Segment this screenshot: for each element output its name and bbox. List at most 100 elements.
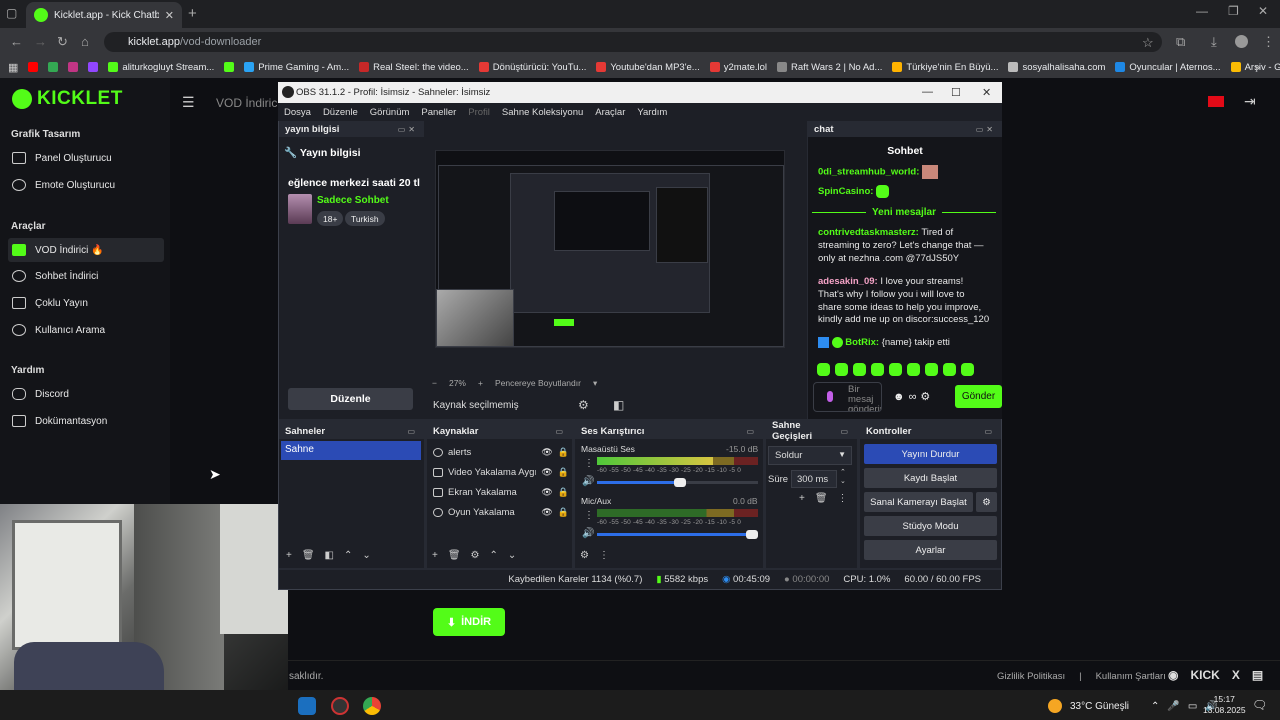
source-item-video-capture[interactable]: Video Yakalama Aygıtı 👁 🔒 [433,463,569,481]
move-down-icon[interactable]: ⌄ [362,550,370,561]
taskbar-clock[interactable]: 15:17 13.08.2025 [1203,694,1246,716]
lock-icon[interactable]: 🔒 [558,487,569,498]
download-vod-button[interactable]: ⬇ İNDİR [433,608,505,636]
apps-grid-icon[interactable]: ▦ [8,61,18,74]
speaker-icon[interactable]: 🔊 [582,476,594,487]
remove-transition-icon[interactable]: 🗑 [815,493,828,504]
menu-file[interactable]: Dosya [284,107,311,118]
browser-tab-kicklet[interactable]: Kicklet.app - Kick Chatbot and ✕ [26,2,182,28]
speaker-icon[interactable]: 🔊 [582,528,594,539]
source-filters-icon[interactable]: ◧ [613,398,624,412]
source-item-display-capture[interactable]: Ekran Yakalama 👁 🔒 [433,483,569,501]
dock-controls-icon[interactable]: ▭ [984,427,995,436]
bookmark-item[interactable] [28,62,39,72]
duration-input[interactable]: 300 ms [791,470,837,488]
source-properties-gear-icon[interactable]: ⚙ [578,398,589,412]
bookmark-item[interactable]: Türkiye'nin En Büyü... [892,62,998,73]
bookmark-item[interactable]: Raft Wars 2 | No Ad... [777,62,882,73]
remove-source-icon[interactable]: 🗑 [448,550,461,561]
lock-icon[interactable]: 🔒 [558,447,569,458]
new-tab-icon[interactable]: + [188,5,197,22]
tray-network-icon[interactable]: ▭ [1188,701,1197,712]
more-bookmarks-icon[interactable]: » [1255,62,1260,73]
volume-slider[interactable] [597,530,758,539]
menu-toggle-icon[interactable]: ☰ [182,94,195,111]
minimize-window-icon[interactable]: — [1196,4,1208,18]
edit-stream-info-button[interactable]: Düzenle [288,388,413,410]
sidebar-item-discord[interactable]: Discord [8,382,164,406]
bookmark-item[interactable] [68,62,79,72]
discord-footer-icon[interactable]: ◉ [1168,668,1178,682]
bookmark-item[interactable]: Prime Gaming - Am... [244,62,349,73]
menu-edit[interactable]: Düzenle [323,107,358,118]
extensions-icon[interactable]: ⧉ [1176,34,1185,50]
emote-icon[interactable] [853,363,866,376]
zoom-dropdown-icon[interactable]: ▾ [593,378,597,389]
taskbar-chrome-icon[interactable] [363,697,381,715]
bookmark-item[interactable]: y2mate.lol [709,62,767,73]
bookmark-item[interactable] [48,62,59,72]
tray-mic-icon[interactable]: 🎤 [1167,701,1179,712]
kicklet-logo[interactable]: KICKLET [12,88,123,110]
chat-tools-icons[interactable]: ☻∞⚙ [893,390,934,403]
volume-slider-handle[interactable] [746,530,758,539]
bookmark-item[interactable]: aliturkogluyt Stream... [108,62,214,73]
taskbar-obs-icon[interactable] [331,697,349,715]
visibility-eye-icon[interactable]: 👁 [541,447,552,458]
send-message-button[interactable]: Gönder [955,385,1002,408]
bookmark-item[interactable] [88,62,99,72]
obs-close-icon[interactable]: ✕ [982,86,991,99]
move-up-icon[interactable]: ⌃ [490,550,498,561]
transition-menu-icon[interactable]: ⋮ [838,493,848,504]
scene-filters-icon[interactable]: ◧ [325,550,334,561]
sidebar-item-user-search[interactable]: Kullanıcı Arama [8,318,164,342]
preview-canvas[interactable] [435,150,785,348]
emote-icon[interactable] [889,363,902,376]
dock-controls-icon[interactable]: ▭ [746,427,757,436]
bookmark-item[interactable]: Real Steel: the video... [359,62,469,73]
sidebar-item-docs[interactable]: Dokümantasyon [8,409,164,433]
menu-tools[interactable]: Araçlar [595,107,625,118]
reload-icon[interactable]: ↻ [57,34,68,50]
fit-to-window-button[interactable]: Pencereye Boyutlandır [495,378,581,389]
emote-icon[interactable] [835,363,848,376]
add-transition-icon[interactable]: + [799,493,805,504]
browser-menu-icon[interactable]: ⋮ [1262,34,1275,50]
volume-slider[interactable] [597,478,758,487]
login-icon[interactable]: ⇥ [1244,93,1256,110]
privacy-link[interactable]: Gizlilik Politikası [997,671,1065,682]
scene-item[interactable]: Sahne [281,441,421,460]
weather-text[interactable]: 33°C Güneşli [1070,701,1129,712]
visibility-eye-icon[interactable]: 👁 [541,487,552,498]
source-settings-icon[interactable]: ⚙ [471,550,480,561]
virtual-camera-settings-gear-icon[interactable]: ⚙ [976,492,997,512]
zoom-out-button[interactable]: − [432,378,437,389]
settings-button[interactable]: Ayarlar [864,540,997,560]
turkish-flag-icon[interactable] [1208,96,1224,107]
dock-controls-icon[interactable]: ▭ [555,427,566,436]
tray-chevron-icon[interactable]: ⌃ [1151,701,1159,712]
visibility-eye-icon[interactable]: 👁 [541,507,552,518]
bookmark-item[interactable]: Dönüştürücü: YouTu... [478,62,586,73]
menu-docks[interactable]: Paneller [421,107,456,118]
obs-maximize-icon[interactable]: ☐ [951,86,961,99]
transition-select[interactable]: Soldur ▼ [768,446,852,465]
dock-controls-icon[interactable]: ▭✕ [976,125,996,134]
stream-category[interactable]: Sadece Sohbet [317,195,389,206]
sidebar-item-panel-builder[interactable]: Panel Oluşturucu [8,146,164,170]
back-icon[interactable]: ← [10,34,23,49]
sidebar-item-chat-downloader[interactable]: Sohbet İndirici [8,264,164,288]
move-down-icon[interactable]: ⌄ [508,550,516,561]
emote-icon[interactable] [925,363,938,376]
menu-profile[interactable]: Profil [468,107,490,118]
bookmark-item[interactable] [224,62,235,72]
docs-footer-icon[interactable]: ▤ [1252,668,1263,682]
menu-view[interactable]: Görünüm [370,107,410,118]
terms-link[interactable]: Kullanım Şartları [1096,671,1166,682]
start-virtual-camera-button[interactable]: Sanal Kamerayı Başlat [864,492,973,512]
duration-stepper-icon[interactable]: ⌃ ⌄ [840,468,846,486]
remove-scene-icon[interactable]: 🗑 [302,550,315,561]
notification-icon[interactable]: 🗨 [1252,698,1267,712]
dock-controls-icon[interactable]: ▭✕ [398,125,418,134]
profile-avatar[interactable] [1235,35,1248,48]
